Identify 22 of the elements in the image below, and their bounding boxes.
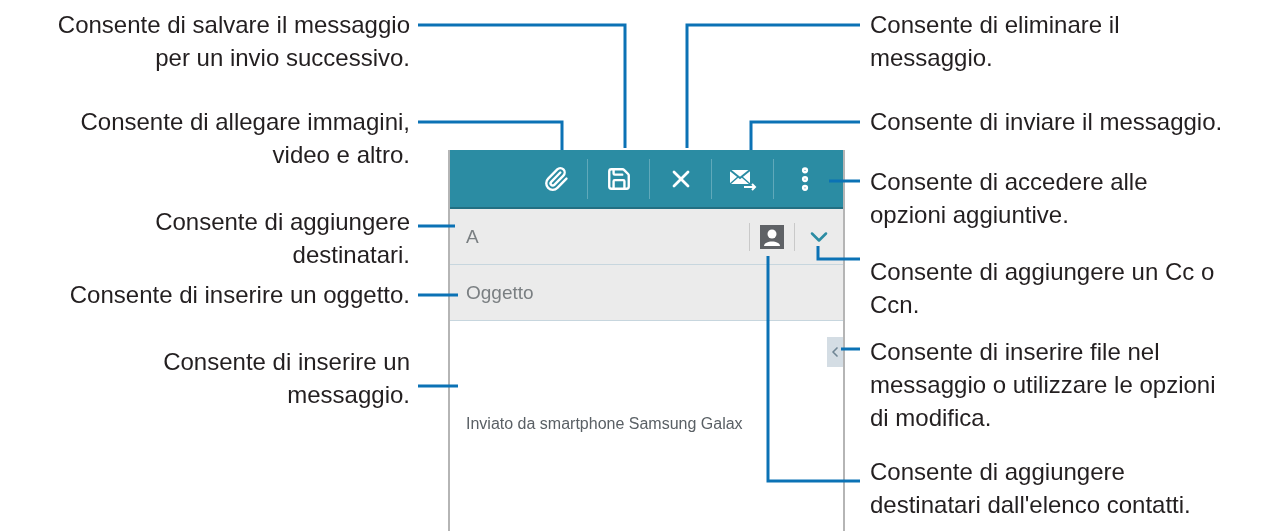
callout-text: Consente di aggiungere destinatari dall'elenco contatti. [870,457,1191,520]
callout-text: Consente di eliminare il messaggio. [870,10,1120,73]
recipient-field[interactable]: A [450,209,843,265]
subject-field[interactable]: Oggetto [450,265,843,321]
leader-line [829,179,860,183]
callout-text: Consente di salvare il messaggio per un invio successivo. [57,10,410,73]
chevron-left-icon[interactable] [827,337,843,367]
callout-text: Consente di aggiungere destinatari. [155,207,410,270]
callout-text: Consente di inserire file nel messaggio o utilizzare le opzioni di modifica. [870,337,1216,433]
callout-text: Consente di inserire un messaggio. [163,347,410,410]
leader-line [418,224,455,228]
leader-line [418,293,458,297]
contact-icon[interactable] [760,224,784,249]
callout-text: Consente di accedere alle opzioni aggiuntive. [870,167,1148,230]
callout-text: Consente di aggiungere un Cc o Ccn. [870,257,1215,320]
signature-text: Inviato da smartphone Samsung Galax [466,415,744,433]
subject-input[interactable]: Oggetto [464,280,833,305]
callout-text: Consente di inviare il messaggio. [870,107,1223,137]
leader-line [418,384,458,388]
recipient-input[interactable]: A [464,224,739,249]
callout-text: Consente di inserire un oggetto. [69,280,410,310]
callout-text: Consente di allegare immagini, video e altro. [80,107,410,170]
